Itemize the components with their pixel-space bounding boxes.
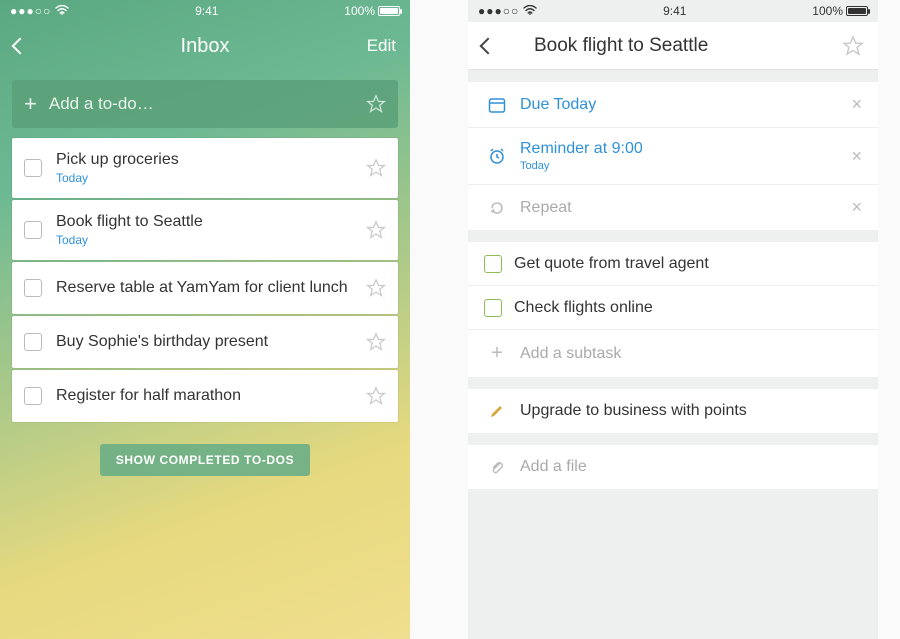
wifi-icon (523, 4, 537, 18)
chevron-left-icon (480, 37, 497, 54)
todo-item[interactable]: Book flight to Seattle Today (12, 200, 398, 260)
note-text: Upgrade to business with points (520, 402, 862, 420)
status-bar: ●●●○○ 9:41 100% (0, 0, 410, 22)
detail-screen: ●●●○○ 9:41 100% Book flight to Seattle (468, 0, 878, 639)
subtask-row[interactable]: Check flights online (468, 286, 878, 330)
subtask-checkbox[interactable] (484, 255, 502, 273)
todo-item[interactable]: Reserve table at YamYam for client lunch (12, 262, 398, 314)
star-icon[interactable] (366, 332, 386, 352)
checkbox[interactable] (24, 387, 42, 405)
add-file-label: Add a file (520, 458, 862, 476)
todo-subtitle: Today (56, 233, 366, 247)
pencil-icon (484, 403, 510, 419)
clear-reminder-button[interactable]: × (851, 146, 862, 167)
add-file-row[interactable]: Add a file (468, 445, 878, 489)
repeat-label: Repeat (520, 199, 851, 217)
checkbox[interactable] (24, 279, 42, 297)
todo-title: Book flight to Seattle (56, 213, 366, 231)
repeat-row[interactable]: Repeat × (468, 185, 878, 230)
todo-subtitle: Today (56, 171, 366, 185)
subtask-row[interactable]: Get quote from travel agent (468, 242, 878, 286)
star-icon[interactable] (366, 158, 386, 178)
star-button[interactable] (820, 35, 864, 57)
todo-item[interactable]: Pick up groceries Today (12, 138, 398, 198)
back-button[interactable] (482, 40, 526, 52)
checkbox[interactable] (24, 159, 42, 177)
add-todo-placeholder: Add a to-do… (49, 94, 366, 114)
note-row[interactable]: Upgrade to business with points (468, 389, 878, 433)
chevron-left-icon (12, 38, 29, 55)
reminder-row[interactable]: Reminder at 9:00 Today × (468, 128, 878, 185)
todo-item[interactable]: Register for half marathon (12, 370, 398, 422)
subtask-label: Get quote from travel agent (514, 255, 862, 273)
repeat-icon (484, 199, 510, 217)
wifi-icon (55, 4, 69, 18)
paperclip-icon (484, 459, 510, 475)
star-icon[interactable] (366, 94, 386, 114)
edit-button[interactable]: Edit (352, 36, 396, 56)
alarm-icon (484, 147, 510, 165)
inbox-screen: ●●●○○ 9:41 100% Inbox Edit + Add a to-do… (0, 0, 410, 639)
todo-item[interactable]: Buy Sophie's birthday present (12, 316, 398, 368)
star-icon[interactable] (366, 278, 386, 298)
add-subtask-row[interactable]: + Add a subtask (468, 330, 878, 377)
back-button[interactable] (14, 40, 58, 52)
navbar: Book flight to Seattle (468, 22, 878, 70)
plus-icon: + (24, 91, 37, 117)
clear-due-button[interactable]: × (851, 94, 862, 115)
due-date-row[interactable]: Due Today × (468, 82, 878, 128)
status-bar: ●●●○○ 9:41 100% (468, 0, 878, 22)
checkbox[interactable] (24, 333, 42, 351)
calendar-icon (484, 96, 510, 114)
reminder-label: Reminder at 9:00 Today (520, 140, 851, 172)
signal-dots-icon: ●●●○○ (10, 4, 51, 18)
subtask-checkbox[interactable] (484, 299, 502, 317)
signal-dots-icon: ●●●○○ (478, 4, 519, 18)
add-todo-row[interactable]: + Add a to-do… (12, 80, 398, 128)
due-label: Due Today (520, 96, 851, 114)
todo-title: Buy Sophie's birthday present (56, 333, 366, 351)
star-icon[interactable] (366, 386, 386, 406)
page-title: Book flight to Seattle (526, 35, 820, 57)
checkbox[interactable] (24, 221, 42, 239)
star-icon[interactable] (366, 220, 386, 240)
todo-title: Reserve table at YamYam for client lunch (56, 279, 366, 297)
subtask-label: Check flights online (514, 299, 862, 317)
star-icon (842, 35, 864, 57)
status-time: 9:41 (195, 4, 218, 18)
plus-icon: + (484, 342, 510, 365)
page-title: Inbox (58, 35, 352, 58)
todo-title: Pick up groceries (56, 151, 366, 169)
add-subtask-label: Add a subtask (520, 345, 862, 363)
clear-repeat-button[interactable]: × (851, 197, 862, 218)
navbar: Inbox Edit (0, 22, 410, 70)
battery-indicator: 100% (812, 4, 868, 18)
status-time: 9:41 (663, 4, 686, 18)
battery-indicator: 100% (344, 4, 400, 18)
show-completed-button[interactable]: SHOW COMPLETED TO-DOS (100, 444, 310, 476)
todo-title: Register for half marathon (56, 387, 366, 405)
